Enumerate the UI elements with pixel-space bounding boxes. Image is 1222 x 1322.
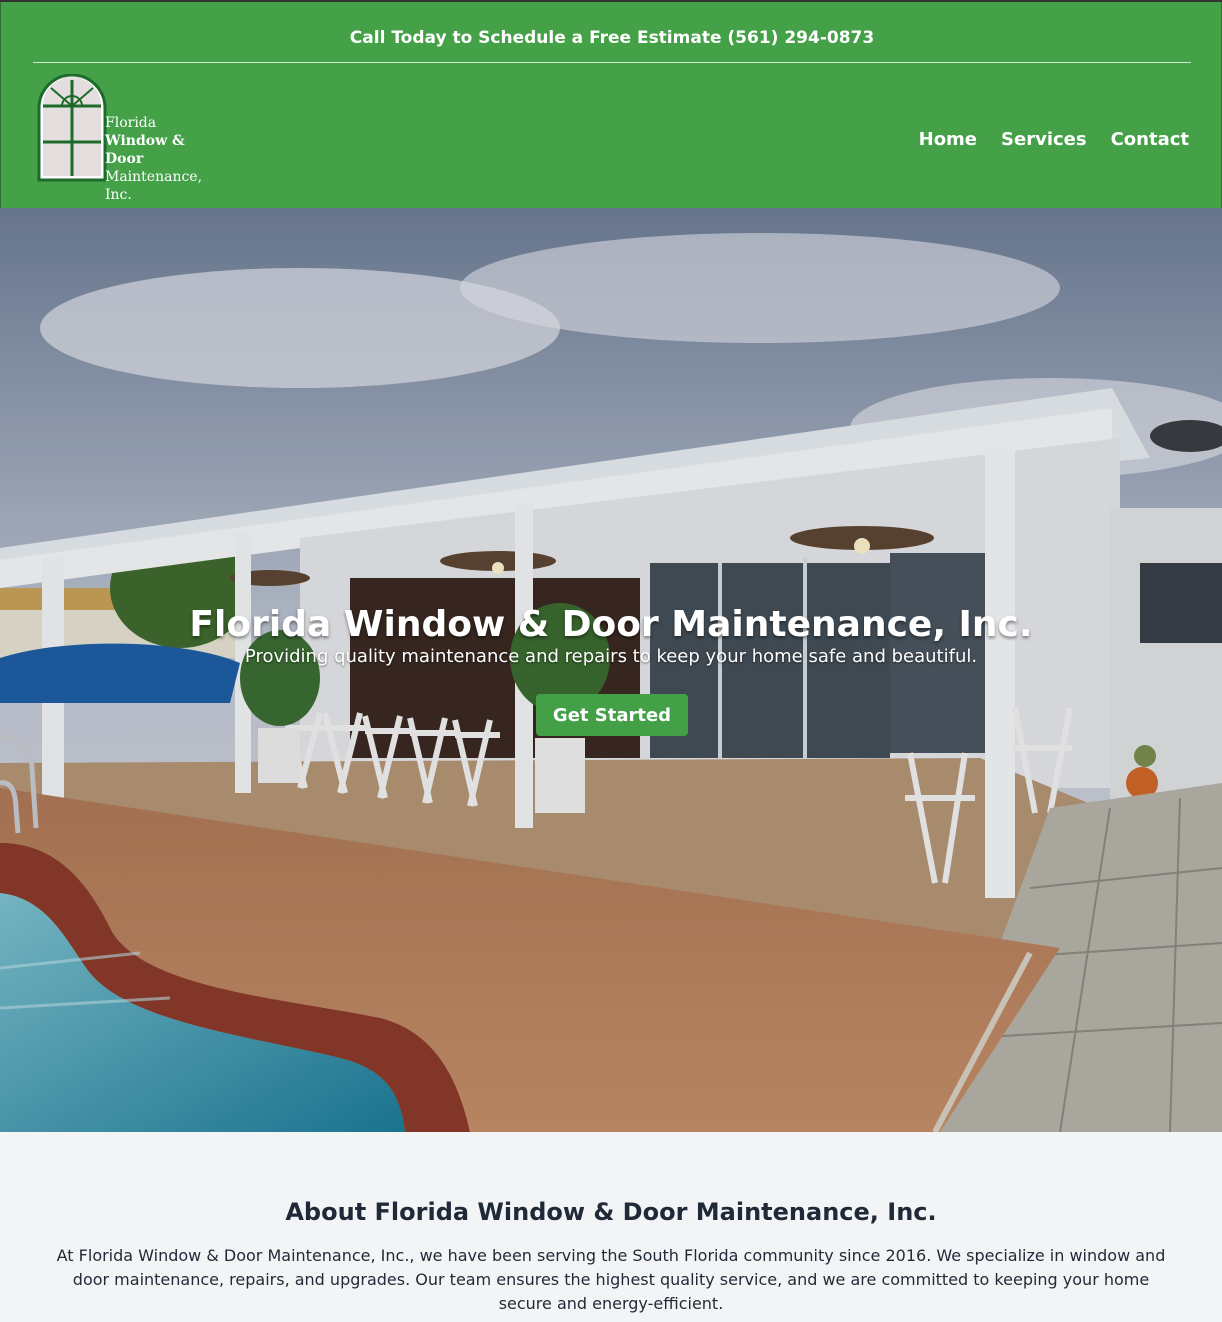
about-section: About Florida Window & Door Maintenance,… [0, 1132, 1222, 1322]
about-heading: About Florida Window & Door Maintenance,… [285, 1198, 937, 1226]
company-logo[interactable]: Florida Window & Door Maintenance, Inc. [37, 73, 227, 203]
hero-title: Florida Window & Door Maintenance, Inc. [189, 604, 1033, 645]
site-header: Call Today to Schedule a Free Estimate (… [0, 2, 1222, 208]
logo-line-1: Florida [105, 115, 157, 131]
hero-section: Florida Window & Door Maintenance, Inc. … [0, 208, 1222, 1132]
nav-contact[interactable]: Contact [1111, 129, 1189, 150]
nav-services[interactable]: Services [1001, 129, 1087, 150]
estimate-call-banner[interactable]: Call Today to Schedule a Free Estimate (… [33, 28, 1191, 63]
get-started-button[interactable]: Get Started [536, 694, 688, 736]
main-nav: Home Services Contact [919, 129, 1189, 150]
hero-subtitle: Providing quality maintenance and repair… [244, 646, 978, 667]
about-body: At Florida Window & Door Maintenance, In… [56, 1246, 1166, 1313]
logo-line-3: Maintenance, Inc. [105, 169, 203, 203]
logo-line-2: Window & Door [105, 133, 185, 167]
nav-home[interactable]: Home [919, 129, 977, 150]
arched-window-icon [37, 73, 107, 182]
logo-wordmark: Florida Window & Door Maintenance, Inc. [105, 114, 227, 204]
hero-patio-pool-image [0, 208, 1222, 1132]
